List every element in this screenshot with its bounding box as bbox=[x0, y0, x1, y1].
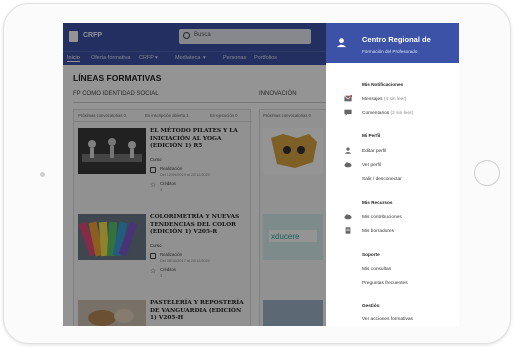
section-perfil: Mi Perfil bbox=[362, 133, 381, 138]
tablet-frame: CRFP Busca Inicio Oferta formativa CRFP … bbox=[3, 3, 511, 344]
user-panel: Centro Regional de Formación del Profeso… bbox=[326, 23, 459, 326]
person-icon bbox=[344, 147, 352, 154]
mensajes-count: (4 sin leer) bbox=[383, 97, 407, 102]
panel-subtitle: Formación del Profesorado bbox=[362, 49, 418, 54]
document-icon bbox=[345, 227, 351, 234]
comentarios-link[interactable]: Comentarios (2 sin leer) bbox=[362, 111, 413, 116]
panel-header: Centro Regional de Formación del Profeso… bbox=[326, 23, 459, 63]
comment-icon bbox=[344, 109, 352, 116]
user-avatar-icon bbox=[336, 38, 347, 48]
panel-title: Centro Regional de bbox=[362, 35, 431, 44]
cloud-icon bbox=[344, 214, 352, 220]
comentarios-count: (2 sin leer) bbox=[390, 111, 414, 116]
salir-link[interactable]: Salir / desconectar bbox=[362, 177, 402, 182]
camera-dot bbox=[40, 172, 45, 177]
editar-perfil-link[interactable]: Editar perfil bbox=[362, 149, 386, 154]
section-notificaciones: Mis Notificaciones bbox=[362, 82, 404, 87]
borradores-link[interactable]: Mis borradores bbox=[362, 229, 394, 234]
consultas-link[interactable]: Mis consultas bbox=[362, 267, 391, 272]
home-button[interactable] bbox=[474, 160, 500, 186]
preguntas-link[interactable]: Preguntas frecuentes bbox=[362, 281, 408, 286]
section-soporte: Soporte bbox=[362, 252, 380, 257]
mensajes-link[interactable]: Mensajes (4 sin leer) bbox=[362, 97, 407, 102]
ver-perfil-link[interactable]: Ver perfil bbox=[362, 163, 381, 168]
section-recursos: Mis Recursos bbox=[362, 200, 393, 205]
comentarios-label: Comentarios bbox=[362, 111, 390, 116]
contribuciones-link[interactable]: Mis contribuciones bbox=[362, 215, 402, 220]
acciones-link[interactable]: Ver acciones formativas bbox=[362, 317, 413, 322]
mensajes-label: Mensajes bbox=[362, 97, 383, 102]
screen: CRFP Busca Inicio Oferta formativa CRFP … bbox=[63, 23, 459, 326]
mail-icon bbox=[344, 95, 352, 102]
cloud-icon bbox=[344, 162, 352, 168]
section-gestion: Gestión bbox=[362, 303, 380, 308]
